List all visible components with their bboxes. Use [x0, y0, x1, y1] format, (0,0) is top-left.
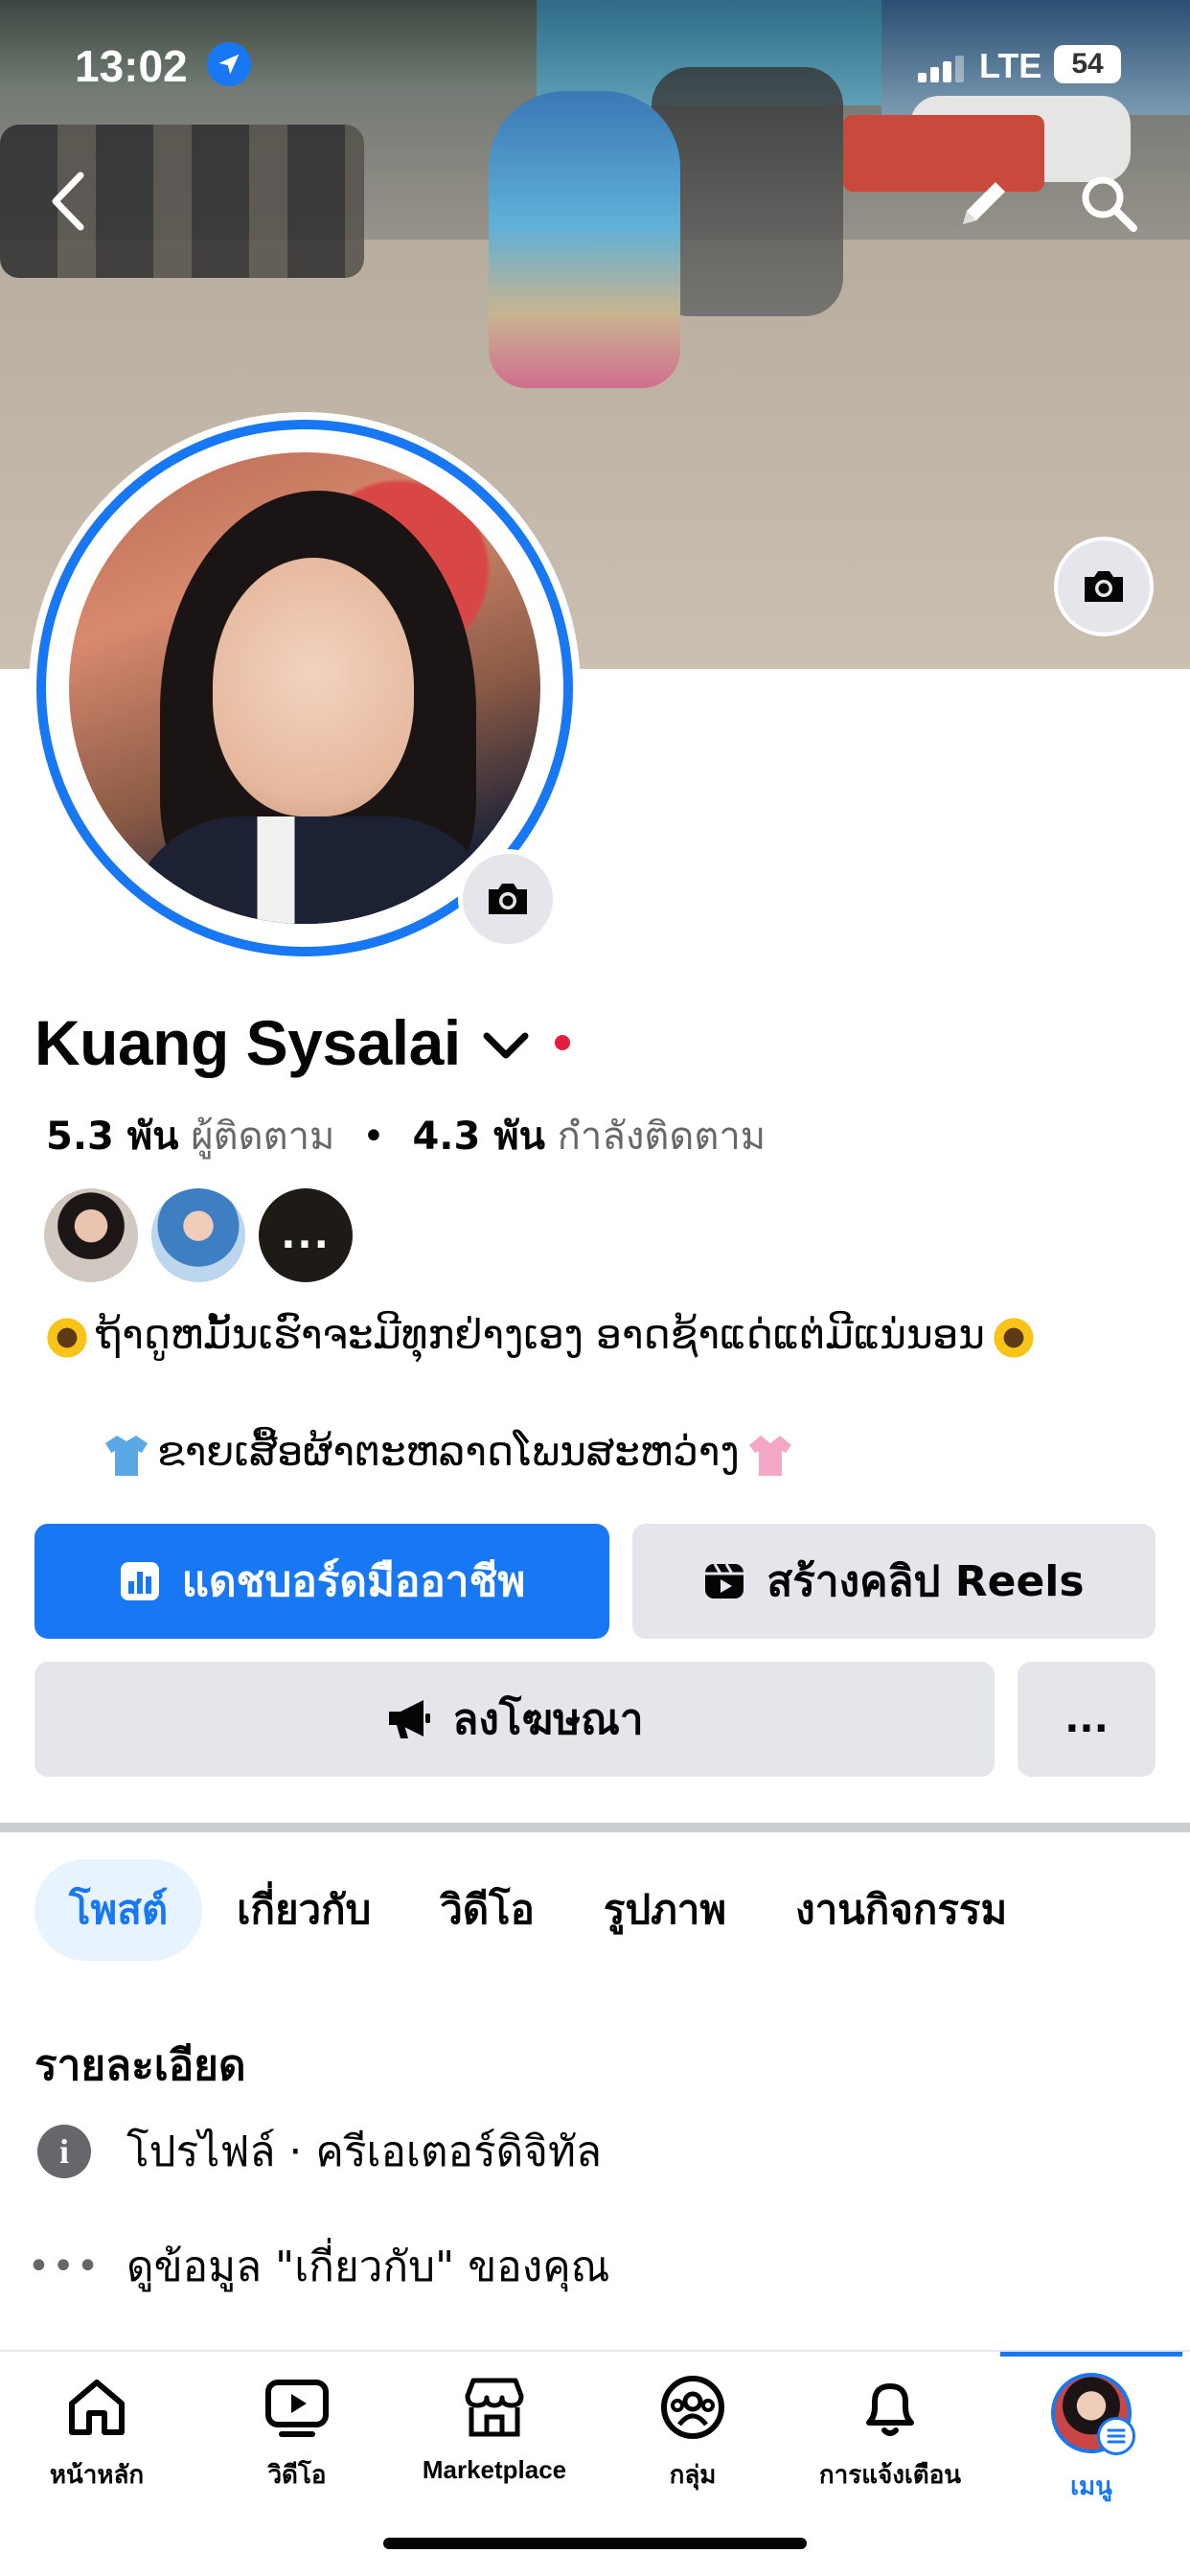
nav-menu-label: เมนู: [1070, 2472, 1112, 2500]
profile-name: Kuang Sysalai: [34, 1007, 461, 1078]
chevron-left-icon: [52, 172, 84, 231]
avatar: [69, 452, 540, 924]
follow-stats[interactable]: 5.3 พัน ผู้ติดตาม • 4.3 พัน กำลังติดตาม: [46, 1105, 766, 1166]
pencil-icon: [963, 182, 1005, 224]
nav-home[interactable]: หน้าหลัก: [6, 2373, 188, 2526]
create-reels-label: สร้างคลิป Reels: [767, 1557, 1085, 1606]
hamburger-icon: [1097, 2417, 1135, 2455]
avatar-face: [213, 558, 414, 816]
nav-home-label: หน้าหลัก: [49, 2460, 145, 2489]
battery-icon: 54: [1054, 45, 1121, 83]
back-button[interactable]: [46, 168, 94, 235]
nav-video-label: วิดีโอ: [267, 2460, 327, 2489]
edit-profile-button[interactable]: [953, 172, 1015, 234]
edit-cover-photo-button[interactable]: [1054, 537, 1154, 636]
search-button[interactable]: [1078, 172, 1139, 234]
bio-text: ຖ້າດູຫມັ້ນເຮົາຈະມີທຸກຢ່າງເອງ ອາດຊ້າແດ່ແຕ…: [96, 1311, 985, 1358]
home-icon: [69, 2380, 125, 2435]
details-title: รายละเอียด: [34, 2041, 246, 2090]
bio-line: ຂາຍເສື້ອຜ້າຕະຫລາດໂພນສະຫວ່າງ: [96, 1428, 801, 1480]
friends-preview[interactable]: ...: [44, 1188, 353, 1282]
more-options-button[interactable]: ...: [1018, 1662, 1156, 1777]
location-arrow-icon: [207, 42, 251, 86]
home-indicator: [383, 2538, 807, 2549]
following-count: 4.3 พัน: [412, 1115, 545, 1159]
signal-icon: [918, 56, 964, 82]
nav-groups-label: กลุ่ม: [669, 2460, 717, 2489]
tab-photos[interactable]: รูปภาพ: [569, 1859, 761, 1961]
marketplace-icon: [465, 2378, 524, 2437]
bell-icon: [866, 2383, 914, 2436]
network-type: LTE: [979, 46, 1042, 85]
edit-profile-picture-button[interactable]: [458, 849, 558, 949]
sunflower-icon: [990, 1314, 1037, 1361]
following-label: กำลังติดตาม: [557, 1115, 767, 1159]
nav-menu[interactable]: เมนู: [1000, 2373, 1182, 2526]
avatar-shirt: [126, 816, 500, 924]
bio-text: ຂາຍເສື້ອຜ້າຕະຫລາດໂພນສະຫວ່າງ: [157, 1428, 740, 1475]
followers-label: ผู้ติดตาม: [191, 1115, 335, 1159]
camera-icon: [489, 884, 527, 914]
bio-line: ຖ້າດູຫມັ້ນເຮົາຈະມີທຸກຢ່າງເອງ ອາດຊ້າແດ່ແຕ…: [38, 1311, 1042, 1361]
menu-avatar: [1051, 2373, 1135, 2455]
nav-marketplace-label: Marketplace: [422, 2455, 567, 2484]
advertise-label: ลงโฆษณา: [452, 1695, 644, 1744]
status-bar: 13:02 LTE 54: [0, 0, 1190, 129]
about-info-link[interactable]: ••• ดูข้อมูล "เกี่ยวกับ" ของคุณ: [28, 2233, 610, 2300]
sunflower-icon: [44, 1314, 90, 1361]
active-tab-indicator: [1000, 2352, 1182, 2357]
more-dots-icon: •••: [27, 2244, 102, 2288]
profile-name-row[interactable]: Kuang Sysalai: [34, 1006, 570, 1079]
blouse-icon: [748, 1435, 791, 1476]
section-divider: [0, 1823, 1190, 1832]
megaphone-icon: [385, 1698, 431, 1740]
tab-events[interactable]: งานกิจกรรม: [761, 1859, 1041, 1961]
info-icon: i: [37, 2125, 91, 2178]
nav-marketplace[interactable]: Marketplace: [403, 2373, 585, 2526]
more-friends-button[interactable]: ...: [259, 1188, 353, 1282]
tshirt-icon: [105, 1435, 148, 1476]
status-time: 13:02: [75, 41, 188, 91]
professional-dashboard-label: แดชบอร์ดมืออาชีพ: [181, 1557, 526, 1606]
tab-about[interactable]: เกี่ยวกับ: [202, 1859, 405, 1961]
search-icon: [1082, 176, 1137, 232]
nav-notifications[interactable]: การแจ้งเตือน: [799, 2373, 981, 2526]
stats-separator: •: [362, 1115, 385, 1159]
friend-avatar[interactable]: [44, 1188, 138, 1282]
chevron-down-icon[interactable]: [482, 1030, 530, 1061]
groups-icon: [661, 2376, 724, 2439]
profile-tabs: โพสต์ เกี่ยวกับ วิดีโอ รูปภาพ งานกิจกรรม: [34, 1859, 1190, 1961]
notification-dot: [554, 1035, 570, 1050]
profile-category-row: i โปรไฟล์ · ครีเอเตอร์ดิจิทัล: [34, 2118, 602, 2185]
video-icon: [265, 2380, 329, 2437]
tab-videos[interactable]: วิดีโอ: [405, 1859, 569, 1961]
nav-video[interactable]: วิดีโอ: [206, 2373, 388, 2526]
camera-icon: [1085, 571, 1123, 602]
friend-avatar[interactable]: [151, 1188, 245, 1282]
professional-dashboard-button[interactable]: แดชบอร์ดมืออาชีพ: [34, 1524, 609, 1639]
cover-child: [489, 91, 680, 388]
reels-icon: [703, 1560, 745, 1602]
profile-category-text: โปรไฟล์ · ครีเอเตอร์ดิจิทัล: [126, 2128, 602, 2176]
create-reels-button[interactable]: สร้างคลิป Reels: [632, 1524, 1156, 1639]
followers-count: 5.3 พัน: [46, 1115, 179, 1159]
nav-notifications-label: การแจ้งเตือน: [818, 2460, 962, 2489]
tab-posts[interactable]: โพสต์: [34, 1859, 203, 1961]
about-info-text: ดูข้อมูล "เกี่ยวกับ" ของคุณ: [126, 2242, 610, 2291]
nav-groups[interactable]: กลุ่ม: [602, 2373, 784, 2526]
advertise-button[interactable]: ลงโฆษณา: [34, 1662, 995, 1777]
chart-icon: [119, 1560, 161, 1602]
